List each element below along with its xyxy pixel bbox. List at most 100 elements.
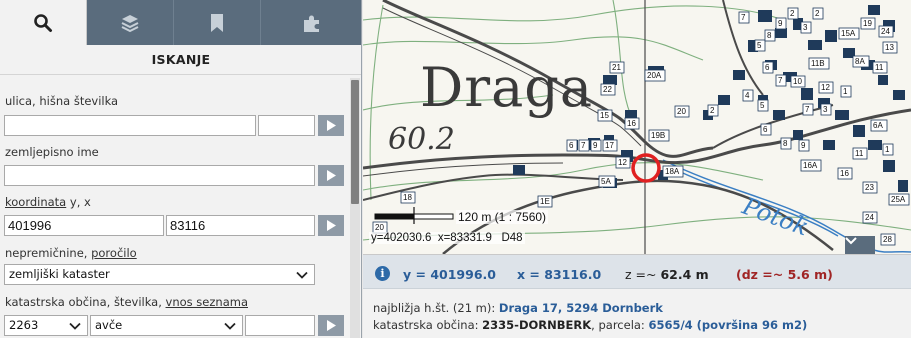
list-entry-link[interactable]: vnos seznama (166, 295, 248, 309)
cadastre-prefix: katastrska občina: (373, 318, 483, 332)
svg-text:24: 24 (865, 213, 874, 222)
chevron-down-icon (69, 322, 81, 330)
street-search-button[interactable] (318, 115, 344, 136)
street-input[interactable] (4, 115, 256, 136)
map-place-label: Draga (420, 56, 594, 119)
cadastre-name: 2335-DORNBERK (482, 318, 592, 332)
svg-text:2: 2 (710, 106, 715, 115)
coordinate-summary: i y = 401996.0 x = 83116.0 z =~ 62.4 m (… (363, 255, 911, 289)
property-select[interactable]: zemljiški kataster (4, 264, 315, 285)
search-panel: ISKANJE ulica, hišna številka zemljepisn… (0, 0, 362, 338)
coord-x-input[interactable]: 83116 (166, 215, 315, 236)
tab-bar (0, 0, 361, 45)
z-value: 62.4 m (660, 267, 709, 282)
dz-elevation: (dz =~ 5.6 m) (736, 267, 833, 282)
cadastral-label-text: katastrska občina, številka, (5, 295, 166, 309)
report-link[interactable]: poročilo (91, 246, 137, 260)
scale-text: 120 m (1 : 7560) (456, 210, 549, 224)
panel-title: ISKANJE (0, 45, 361, 75)
property-label: nepremičnine, poročilo (5, 246, 137, 260)
svg-text:5: 5 (757, 41, 762, 50)
tab-layers[interactable] (87, 0, 174, 45)
cadastral-search-button[interactable] (318, 315, 344, 336)
svg-text:8: 8 (767, 31, 772, 40)
place-input[interactable] (4, 165, 315, 186)
play-arrow-icon (327, 120, 336, 131)
info-icon[interactable]: i (375, 266, 390, 281)
property-label-text: nepremičnine, (5, 246, 92, 260)
coordinates-link[interactable]: koordinata (5, 195, 66, 209)
house-number-input[interactable] (258, 115, 315, 136)
nearest-prefix: najbližja h.št. (21 m): (373, 301, 499, 315)
svg-text:5A: 5A (601, 177, 611, 186)
svg-text:1: 1 (885, 145, 890, 154)
svg-text:3: 3 (803, 23, 808, 32)
place-label: zemljepisno ime (5, 145, 99, 159)
svg-text:1E: 1E (540, 197, 550, 206)
panel-scrollbar-thumb[interactable] (351, 80, 359, 204)
svg-text:11: 11 (875, 63, 884, 72)
svg-text:10: 10 (793, 77, 802, 86)
svg-text:7: 7 (581, 141, 586, 150)
svg-text:18: 18 (403, 193, 412, 202)
svg-text:19: 19 (863, 19, 872, 28)
svg-text:6: 6 (765, 63, 770, 72)
play-arrow-icon (327, 320, 336, 331)
svg-text:4: 4 (745, 91, 750, 100)
coord-search-button[interactable] (318, 215, 344, 236)
info-bar: i y = 401996.0 x = 83116.0 z =~ 62.4 m (… (363, 254, 911, 338)
layers-icon (121, 14, 139, 32)
chevron-down-icon (224, 322, 236, 330)
z-elevation: z =~ 62.4 m (625, 267, 709, 282)
svg-text:8: 8 (783, 139, 788, 148)
svg-text:7: 7 (741, 13, 746, 22)
nearest-address-link[interactable]: Draga 17, 5294 Dornberk (499, 301, 663, 315)
svg-text:24: 24 (881, 27, 890, 36)
svg-text:11B: 11B (811, 59, 825, 68)
puzzle-icon (303, 15, 319, 32)
svg-text:23: 23 (865, 183, 874, 192)
parcel-number-input[interactable] (245, 315, 315, 336)
map-view[interactable]: 21 20A 22 20 15 16 19B 6 7 9 17 12 18A 5… (363, 0, 911, 254)
svg-text:2: 2 (790, 9, 795, 18)
chevron-down-icon (845, 237, 857, 245)
svg-text:3: 3 (823, 105, 828, 114)
coordinates-label: koordinata y, x (5, 195, 91, 209)
play-arrow-icon (327, 170, 336, 181)
svg-text:20A: 20A (647, 71, 662, 80)
svg-text:7: 7 (805, 105, 810, 114)
cadastre-info: katastrska občina: 2335-DORNBERK, parcel… (373, 318, 807, 332)
svg-text:8A: 8A (855, 57, 865, 66)
nearest-address: najbližja h.št. (21 m): Draga 17, 5294 D… (373, 301, 663, 315)
svg-text:6A: 6A (873, 121, 883, 130)
svg-text:15: 15 (600, 111, 609, 120)
svg-text:9: 9 (778, 19, 783, 28)
svg-text:28: 28 (883, 235, 892, 244)
svg-text:25A: 25A (891, 195, 906, 204)
svg-text:2: 2 (815, 9, 820, 18)
svg-text:16: 16 (627, 119, 636, 128)
svg-text:9: 9 (593, 141, 598, 150)
svg-text:21: 21 (612, 63, 621, 72)
svg-text:19B: 19B (651, 131, 665, 140)
y-coordinate: y = 401996.0 (403, 267, 496, 282)
tab-search[interactable] (0, 0, 87, 45)
cadastral-name-select[interactable]: avče (90, 315, 243, 336)
svg-text:9: 9 (801, 141, 806, 150)
place-search-button[interactable] (318, 165, 344, 186)
cadastral-code-select[interactable]: 2263 (4, 315, 88, 336)
parcel-link[interactable]: 6565/4 (površina 96 m2) (648, 318, 807, 332)
collapse-info-button[interactable] (845, 236, 875, 254)
svg-text:16A: 16A (803, 161, 818, 170)
search-icon (34, 13, 52, 32)
svg-text:20: 20 (677, 107, 686, 116)
parcel-prefix: , parcela: (591, 318, 649, 332)
tab-bookmarks[interactable] (174, 0, 261, 45)
map-elevation-label: 60.2 (388, 122, 455, 157)
svg-text:12: 12 (821, 83, 830, 92)
coord-y-input[interactable]: 401996 (4, 215, 164, 236)
z-prefix: z =~ (625, 267, 661, 282)
tab-tools[interactable] (261, 0, 361, 45)
cursor-coordinates: y=402030.6 x=83331.9 D48 (369, 232, 525, 244)
street-label: ulica, hišna številka (5, 94, 119, 108)
